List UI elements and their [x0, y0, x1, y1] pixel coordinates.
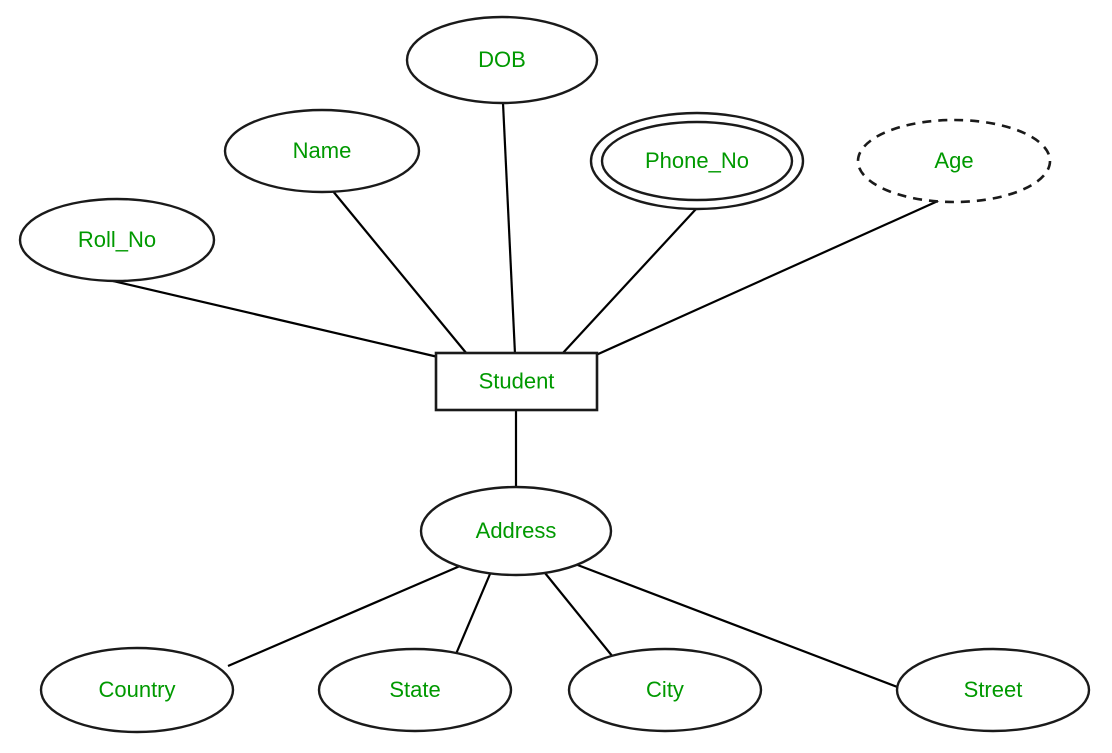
- country-label: Country: [98, 677, 175, 702]
- edge-phone-no-student: [561, 208, 697, 355]
- node-age[interactable]: Age: [856, 118, 1052, 204]
- student-entity-label: Student: [479, 368, 555, 393]
- edge-address-state: [454, 573, 492, 655]
- node-street[interactable]: Street: [895, 647, 1091, 733]
- edge-roll-no-student: [108, 278, 439, 359]
- node-name[interactable]: Name: [223, 108, 421, 194]
- street-label: Street: [964, 677, 1023, 702]
- node-dob[interactable]: DOB: [405, 15, 599, 105]
- node-country[interactable]: Country: [39, 646, 235, 734]
- node-student[interactable]: Student: [434, 351, 599, 412]
- edge-age-student: [595, 194, 950, 357]
- er-diagram-canvas: Roll_No Name DOB Phone_No Age Student Ad…: [0, 0, 1112, 753]
- name-label: Name: [293, 138, 352, 163]
- age-label: Age: [934, 148, 973, 173]
- dob-label: DOB: [478, 47, 526, 72]
- edge-dob-student: [501, 102, 517, 355]
- edge-address-city: [544, 572, 614, 658]
- node-phone-no[interactable]: Phone_No: [589, 111, 805, 211]
- edge-name-student: [331, 189, 468, 355]
- state-label: State: [389, 677, 440, 702]
- address-label: Address: [476, 518, 557, 543]
- er-diagram-svg: Roll_No Name DOB Phone_No Age Student Ad…: [18, 15, 1091, 734]
- phone-no-label: Phone_No: [645, 148, 749, 173]
- node-address[interactable]: Address: [419, 485, 613, 577]
- city-label: City: [646, 677, 684, 702]
- node-state[interactable]: State: [317, 647, 513, 733]
- node-roll-no[interactable]: Roll_No: [18, 197, 216, 283]
- roll-no-label: Roll_No: [78, 227, 156, 252]
- node-city[interactable]: City: [567, 647, 763, 733]
